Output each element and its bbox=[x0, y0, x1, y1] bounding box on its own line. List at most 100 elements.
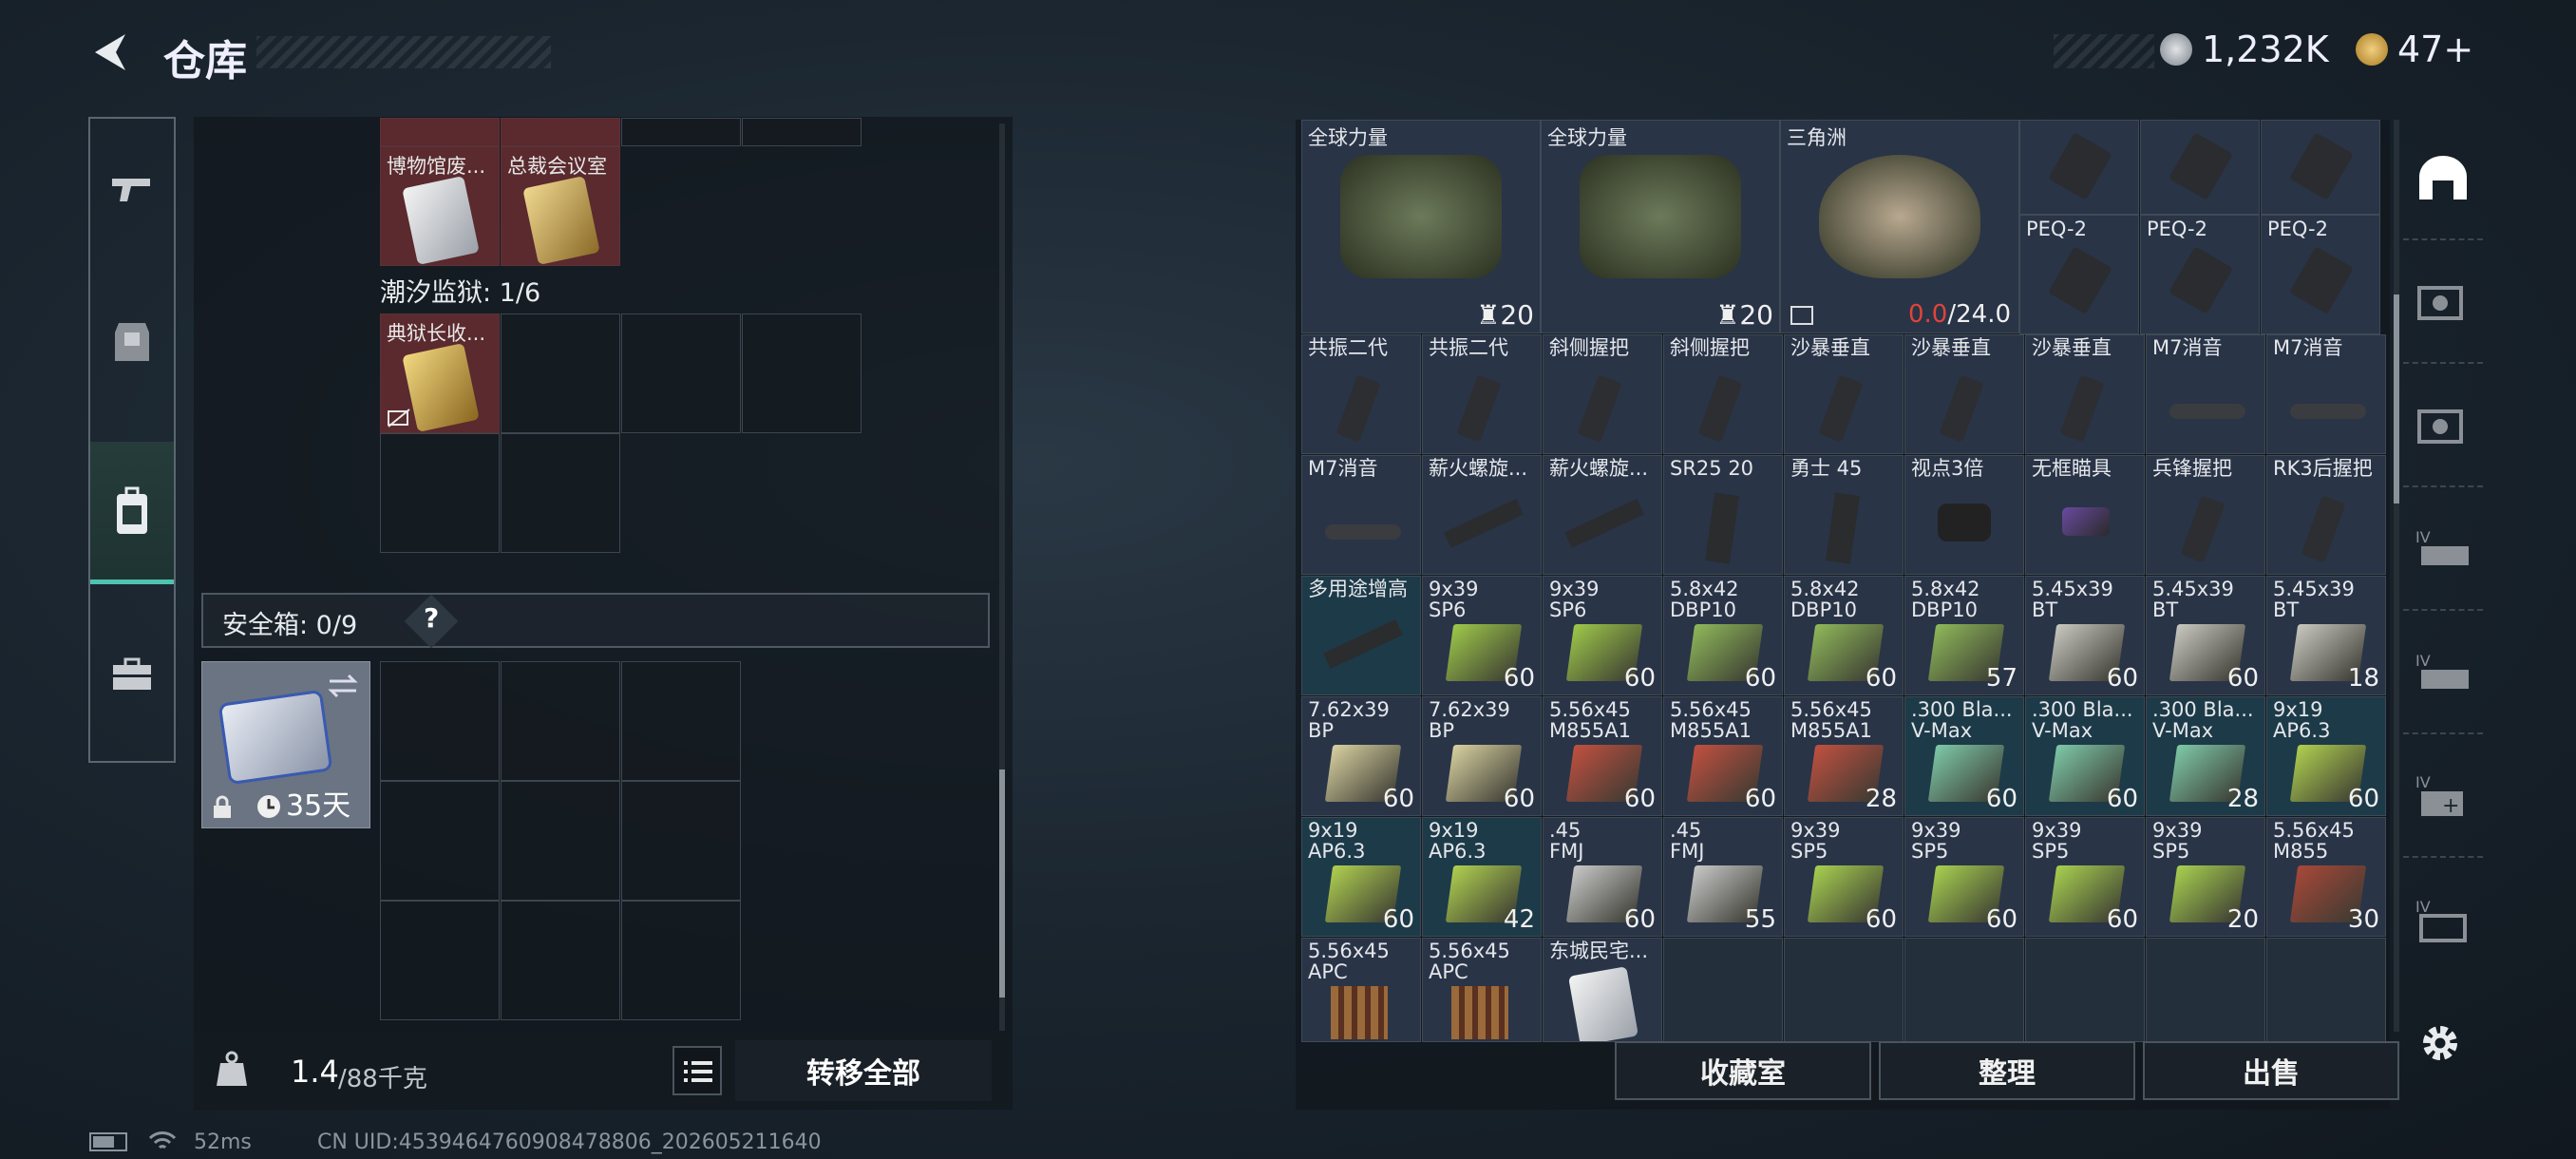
stash-item[interactable]: 斜侧握把 bbox=[1663, 334, 1783, 454]
settings-button[interactable] bbox=[2416, 1019, 2464, 1071]
big-item[interactable]: 三角洲 0.0/24.0 bbox=[1780, 120, 2019, 333]
peq-item[interactable]: PEQ-2 bbox=[2261, 215, 2380, 334]
stash-item[interactable]: 5.56x45 APC bbox=[1301, 938, 1421, 1042]
stash-item[interactable]: 5.8x42 DBP10 60 bbox=[1784, 576, 1904, 695]
empty-cell[interactable] bbox=[1663, 938, 1783, 1042]
grid-cell[interactable] bbox=[501, 901, 620, 1020]
stash-item[interactable]: 9x39 SP6 60 bbox=[1422, 576, 1542, 695]
stash-item[interactable]: 9x39 SP5 20 bbox=[2146, 817, 2265, 937]
partial-item[interactable] bbox=[380, 118, 500, 146]
stash-item[interactable]: 勇士 45 bbox=[1784, 455, 1904, 575]
stash-item[interactable]: 9x19 AP6.3 60 bbox=[2266, 696, 2386, 816]
stash-item[interactable]: .300 Bla... V-Max 60 bbox=[2025, 696, 2145, 816]
partial-item[interactable] bbox=[501, 118, 620, 146]
partial-cell[interactable] bbox=[621, 118, 741, 146]
stash-item[interactable]: 5.56x45 M855A1 60 bbox=[1543, 696, 1662, 816]
stash-item[interactable]: 5.45x39 BT 18 bbox=[2266, 576, 2386, 695]
stash-item[interactable]: 斜侧握把 bbox=[1543, 334, 1662, 454]
currency-gold[interactable]: 47+ bbox=[2356, 28, 2473, 70]
empty-cell[interactable] bbox=[2146, 938, 2265, 1042]
stash-item[interactable]: 5.8x42 DBP10 57 bbox=[1904, 576, 2024, 695]
tab-1[interactable] bbox=[2403, 240, 2483, 364]
tab-backpack[interactable] bbox=[90, 442, 174, 584]
sort-button[interactable]: 整理 bbox=[1879, 1041, 2135, 1100]
stash-item[interactable]: 薪火螺旋... bbox=[1422, 455, 1542, 575]
tab-5[interactable]: IV + bbox=[2403, 734, 2483, 858]
empty-cell[interactable] bbox=[2266, 938, 2386, 1042]
stash-item[interactable]: 5.56x45 M855A1 28 bbox=[1784, 696, 1904, 816]
keycard-item[interactable]: 典狱长收... bbox=[380, 314, 500, 433]
stash-item[interactable]: .45 FMJ 55 bbox=[1663, 817, 1783, 937]
grid-cell[interactable] bbox=[621, 661, 741, 781]
peq-item[interactable]: PEQ-2 bbox=[2140, 215, 2260, 334]
tab-all[interactable] bbox=[2403, 117, 2483, 240]
tab-6[interactable]: IV bbox=[2403, 858, 2483, 981]
keycard-item[interactable]: 博物馆废... bbox=[380, 146, 500, 266]
stash-item[interactable]: M7消音 bbox=[1301, 455, 1421, 575]
back-button[interactable] bbox=[87, 28, 135, 76]
stash-item[interactable]: 9x39 SP5 60 bbox=[2025, 817, 2145, 937]
peq-item[interactable] bbox=[2261, 120, 2380, 215]
grid-cell[interactable] bbox=[501, 781, 620, 901]
grid-cell[interactable] bbox=[380, 781, 500, 901]
grid-cell[interactable] bbox=[501, 314, 620, 433]
big-item[interactable]: 全球力量 ♜20 bbox=[1301, 120, 1541, 333]
peq-item[interactable]: PEQ-2 bbox=[2019, 215, 2139, 334]
stash-item[interactable]: .300 Bla... V-Max 28 bbox=[2146, 696, 2265, 816]
keycard-item[interactable]: 总裁会议室 bbox=[501, 146, 620, 266]
stash-item[interactable]: 东城民宅... bbox=[1543, 938, 1662, 1042]
stash-item[interactable]: 无框瞄具 bbox=[2025, 455, 2145, 575]
stash-item[interactable]: M7消音 bbox=[2266, 334, 2386, 454]
transfer-all-button[interactable]: 转移全部 bbox=[735, 1040, 992, 1101]
stash-item[interactable]: 5.56x45 M855A1 60 bbox=[1663, 696, 1783, 816]
stash-item[interactable]: RK3后握把 bbox=[2266, 455, 2386, 575]
stash-item[interactable]: .300 Bla... V-Max 60 bbox=[1904, 696, 2024, 816]
stash-item[interactable]: 5.8x42 DBP10 60 bbox=[1663, 576, 1783, 695]
grid-cell[interactable] bbox=[621, 314, 741, 433]
grid-cell[interactable] bbox=[380, 901, 500, 1020]
stash-item[interactable]: 9x19 AP6.3 60 bbox=[1301, 817, 1421, 937]
stash-item[interactable]: 9x39 SP6 60 bbox=[1543, 576, 1662, 695]
tab-4[interactable]: IV bbox=[2403, 611, 2483, 734]
grid-cell[interactable] bbox=[621, 901, 741, 1020]
list-view-button[interactable] bbox=[672, 1046, 722, 1095]
stash-item[interactable]: 兵锋握把 bbox=[2146, 455, 2265, 575]
grid-cell[interactable] bbox=[380, 661, 500, 781]
right-scrollbar-track[interactable] bbox=[2394, 120, 2399, 1032]
left-scrollbar-track[interactable] bbox=[999, 124, 1005, 1036]
collection-button[interactable]: 收藏室 bbox=[1615, 1041, 1871, 1100]
peq-item[interactable] bbox=[2140, 120, 2260, 215]
stash-item[interactable]: 7.62x39 BP 60 bbox=[1422, 696, 1542, 816]
stash-item[interactable]: 5.56x45 M855 30 bbox=[2266, 817, 2386, 937]
stash-item[interactable]: 5.45x39 BT 60 bbox=[2025, 576, 2145, 695]
grid-cell[interactable] bbox=[501, 433, 620, 553]
stash-item[interactable]: 共振二代 bbox=[1422, 334, 1542, 454]
stash-item[interactable]: SR25 20 bbox=[1663, 455, 1783, 575]
stash-item[interactable]: 视点3倍 bbox=[1904, 455, 2024, 575]
grid-cell[interactable] bbox=[742, 314, 862, 433]
stash-item[interactable]: 多用途增高 bbox=[1301, 576, 1421, 695]
stash-item[interactable]: 沙暴垂直 bbox=[1904, 334, 2024, 454]
empty-cell[interactable] bbox=[1784, 938, 1904, 1042]
tab-3[interactable]: IV bbox=[2403, 487, 2483, 611]
big-item[interactable]: 全球力量 ♜20 bbox=[1541, 120, 1780, 333]
stash-item[interactable]: 沙暴垂直 bbox=[1784, 334, 1904, 454]
stash-item[interactable]: 沙暴垂直 bbox=[2025, 334, 2145, 454]
tab-weapons[interactable] bbox=[90, 119, 174, 261]
currency-silver[interactable]: 1,232K bbox=[2160, 28, 2329, 70]
stash-item[interactable]: .45 FMJ 60 bbox=[1543, 817, 1662, 937]
stash-item[interactable]: 5.45x39 BT 60 bbox=[2146, 576, 2265, 695]
stash-item[interactable]: 9x39 SP5 60 bbox=[1904, 817, 2024, 937]
stash-item[interactable]: M7消音 bbox=[2146, 334, 2265, 454]
stash-item[interactable]: 7.62x39 BP 60 bbox=[1301, 696, 1421, 816]
partial-cell[interactable] bbox=[742, 118, 862, 146]
sell-button[interactable]: 出售 bbox=[2143, 1041, 2399, 1100]
tab-armor[interactable] bbox=[90, 271, 174, 413]
stash-item[interactable]: 9x19 AP6.3 42 bbox=[1422, 817, 1542, 937]
empty-cell[interactable] bbox=[1904, 938, 2024, 1042]
tab-cases[interactable] bbox=[90, 603, 174, 746]
tab-2[interactable] bbox=[2403, 364, 2483, 487]
stash-item[interactable]: 5.56x45 APC bbox=[1422, 938, 1542, 1042]
stash-item[interactable]: 共振二代 bbox=[1301, 334, 1421, 454]
swap-icon[interactable] bbox=[326, 672, 360, 700]
